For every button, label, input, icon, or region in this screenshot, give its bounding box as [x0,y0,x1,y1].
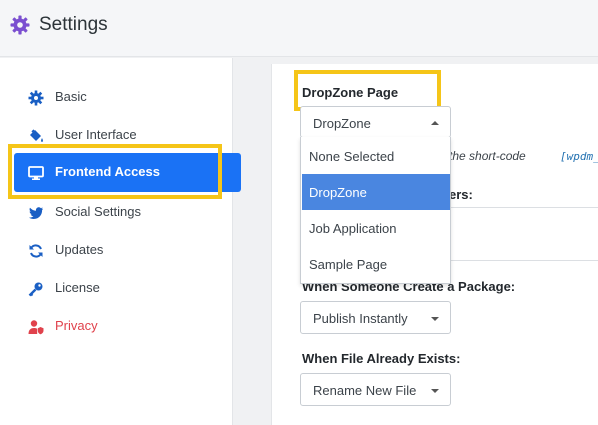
select-value: Rename New File [313,383,417,398]
gear-icon [28,90,44,106]
helper-text: the short-code [449,149,526,163]
option-label: Sample Page [309,257,388,272]
chevron-down-icon [431,317,439,321]
sidebar-item-basic[interactable]: Basic [14,78,241,116]
option-label: None Selected [309,149,395,164]
sidebar-item-label: User Interface [55,127,137,142]
user-shield-icon [28,320,44,335]
dropzone-page-options: None Selected DropZone Job Application S… [300,137,451,284]
sidebar-item-privacy[interactable]: Privacy [14,307,241,345]
sidebar-item-label: License [55,280,100,295]
highlight-frontend-access [8,144,222,199]
file-exists-label: When File Already Exists: [302,351,461,366]
sidebar-item-updates[interactable]: Updates [14,231,241,269]
file-exists-select[interactable]: Rename New File [300,373,451,406]
page-title: Settings [39,14,108,35]
gear-icon [10,15,30,35]
sidebar-item-label: Basic [55,89,87,104]
option-job-application[interactable]: Job Application [302,210,450,246]
sidebar-item-label: Updates [55,242,104,257]
option-label: Job Application [309,221,397,236]
sync-icon [29,244,43,258]
option-label: DropZone [309,185,367,200]
sidebar-item-license[interactable]: License [14,269,241,307]
select-value: Publish Instantly [313,311,408,326]
divider [449,260,598,261]
select-value: DropZone [313,116,371,131]
package-action-select[interactable]: Publish Instantly [300,301,451,334]
dropzone-page-select[interactable]: DropZone [300,106,451,138]
sidebar-item-label: Privacy [55,318,98,333]
option-dropzone[interactable]: DropZone [302,174,450,210]
key-icon [28,282,43,297]
paint-bucket-icon [30,129,43,142]
header: Settings [0,0,598,57]
chevron-down-icon [431,389,439,393]
chevron-up-icon [431,121,439,125]
twitter-icon [29,207,43,219]
shortcode-text: [wpdm_ [560,150,598,163]
highlight-section-title [294,70,441,111]
obscured-label: ers: [449,187,473,202]
option-none-selected[interactable]: None Selected [302,138,450,174]
option-sample-page[interactable]: Sample Page [302,246,450,282]
obscured-input-border [449,207,598,208]
sidebar-item-label: Social Settings [55,204,141,219]
